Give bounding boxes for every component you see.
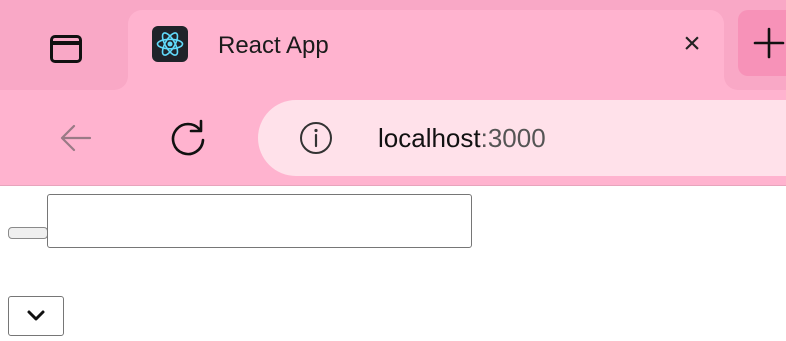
info-circle-icon: [300, 122, 332, 154]
plus-icon: [753, 27, 785, 59]
browser-toolbar: localhost:3000: [0, 90, 786, 186]
url-text[interactable]: localhost:3000: [378, 122, 546, 154]
reload-button[interactable]: [158, 108, 218, 168]
tab-actions-icon: [50, 35, 82, 63]
select-dropdown[interactable]: [8, 296, 64, 336]
back-button[interactable]: [46, 108, 106, 168]
chevron-down-icon: [27, 310, 45, 321]
arrow-left-icon: [60, 124, 92, 152]
tab-title: React App: [218, 32, 329, 59]
range-slider[interactable]: [8, 227, 48, 239]
url-port: :3000: [480, 123, 546, 153]
tab-actions-button[interactable]: [10, 10, 122, 88]
url-host: localhost: [378, 123, 481, 153]
address-bar[interactable]: localhost:3000: [258, 100, 786, 176]
tab-strip: React App ×: [0, 0, 786, 90]
react-logo-icon: [152, 26, 188, 62]
reload-icon: [171, 119, 205, 156]
page-content: [0, 187, 786, 341]
tab-active[interactable]: React App ×: [128, 10, 724, 90]
new-tab-button[interactable]: [738, 10, 786, 76]
close-icon: ×: [683, 27, 701, 60]
text-input[interactable]: [47, 194, 472, 248]
tab-close-button[interactable]: ×: [672, 24, 712, 64]
site-info-button[interactable]: [296, 118, 336, 158]
